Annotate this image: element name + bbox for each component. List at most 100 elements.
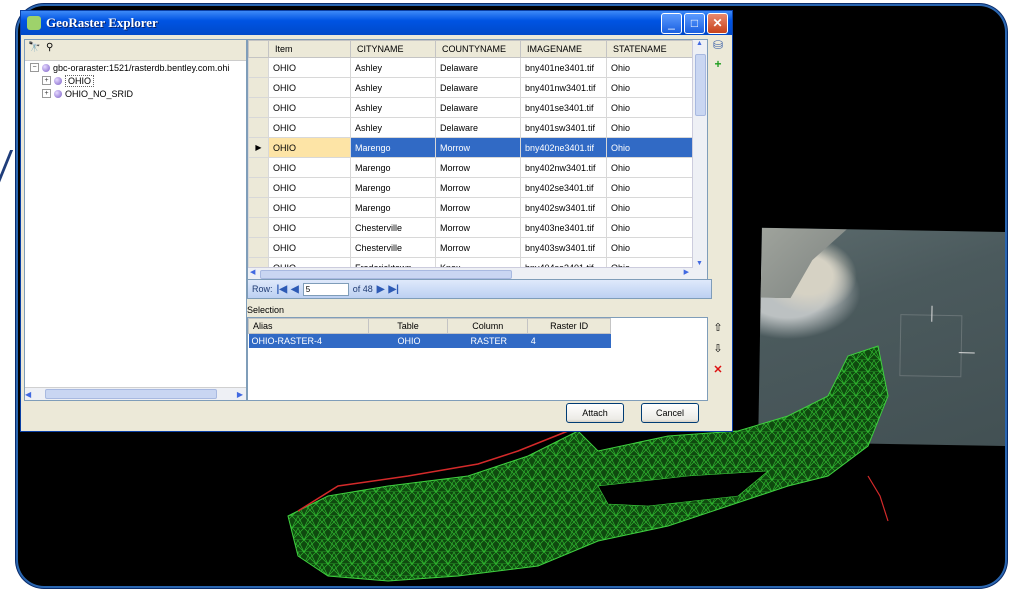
selection-list[interactable]: Alias Table Column Raster ID OHIO-RASTER… xyxy=(247,317,708,401)
table-cell[interactable]: Ashley xyxy=(350,97,436,118)
scroll-thumb[interactable] xyxy=(695,54,706,116)
table-cell[interactable]: bny402ne3401.tif xyxy=(520,137,607,158)
table-cell[interactable]: Delaware xyxy=(435,57,521,78)
table-cell[interactable]: Ohio xyxy=(606,117,694,138)
table-cell[interactable]: OHIO xyxy=(268,57,351,78)
column-header[interactable]: IMAGENAME xyxy=(520,40,607,58)
connection-tree[interactable]: 🔭 ⚲ − gbc-oraraster:1521/rasterdb.bentle… xyxy=(24,39,247,401)
row-header[interactable] xyxy=(248,157,269,178)
next-record-button[interactable]: ▶ xyxy=(377,284,385,295)
table-row[interactable]: OHIO Chesterville Morrow bny403sw3401.tif Oh… xyxy=(248,237,694,258)
table-cell[interactable]: OHIO xyxy=(268,177,351,198)
table-row[interactable]: OHIO Chesterville Morrow bny403ne3401.tif Oh… xyxy=(248,217,694,238)
table-row[interactable]: ▶ OHIO Marengo Morrow bny402ne3401.tif Ohio xyxy=(248,137,694,158)
table-cell[interactable]: Ohio xyxy=(606,177,694,198)
row-header[interactable] xyxy=(248,197,269,218)
table-cell[interactable]: bny403ne3401.tif xyxy=(520,217,607,238)
title-bar[interactable]: GeoRaster Explorer _ □ ✕ xyxy=(21,11,732,35)
table-cell[interactable]: Delaware xyxy=(435,97,521,118)
column-header[interactable]: COUNTYNAME xyxy=(435,40,521,58)
first-record-button[interactable]: |◀ xyxy=(277,284,288,295)
table-cell[interactable]: Morrow xyxy=(435,237,521,258)
minimize-button[interactable]: _ xyxy=(661,12,682,34)
scroll-thumb[interactable] xyxy=(260,270,512,279)
table-cell[interactable]: Morrow xyxy=(435,137,521,158)
binoculars-icon[interactable]: 🔭 xyxy=(28,42,42,54)
remove-icon[interactable]: ✕ xyxy=(713,363,722,376)
table-cell[interactable]: OHIO xyxy=(268,77,351,98)
move-down-icon[interactable]: ⇩ xyxy=(713,342,722,355)
column-header[interactable]: Column xyxy=(447,318,529,334)
table-cell[interactable]: Delaware xyxy=(435,117,521,138)
search-icon[interactable]: ⚲ xyxy=(46,42,60,54)
table-cell[interactable]: Marengo xyxy=(350,137,436,158)
table-cell[interactable]: bny403sw3401.tif xyxy=(520,237,607,258)
last-record-button[interactable]: ▶| xyxy=(388,284,399,295)
current-row-indicator[interactable]: ▶ xyxy=(248,137,269,158)
table-cell[interactable]: Morrow xyxy=(435,177,521,198)
georaster-explorer-window[interactable]: GeoRaster Explorer _ □ ✕ 🔭 ⚲ − gbc-orara… xyxy=(20,10,733,432)
table-row[interactable]: OHIO Ashley Delaware bny401ne3401.tif Ohio xyxy=(248,57,694,78)
table-row[interactable]: OHIO Marengo Morrow bny402nw3401.tif Ohio xyxy=(248,157,694,178)
expand-icon[interactable]: + xyxy=(42,76,51,85)
table-cell[interactable]: bny402se3401.tif xyxy=(520,177,607,198)
table-row[interactable]: OHIO Ashley Delaware bny401nw3401.tif Ohio xyxy=(248,77,694,98)
table-cell[interactable]: Marengo xyxy=(350,197,436,218)
row-header[interactable] xyxy=(248,77,269,98)
scroll-right-icon[interactable]: ▶ xyxy=(237,390,243,399)
table-row[interactable]: OHIO Ashley Delaware bny401sw3401.tif Ohio xyxy=(248,117,694,138)
scroll-left-icon[interactable]: ◀ xyxy=(25,390,31,399)
table-cell[interactable]: Ohio xyxy=(606,137,694,158)
column-header[interactable]: Alias xyxy=(248,318,369,334)
table-cell[interactable]: Ohio xyxy=(606,57,694,78)
table-cell[interactable]: bny401nw3401.tif xyxy=(520,77,607,98)
maximize-button[interactable]: □ xyxy=(684,12,705,34)
table-cell[interactable]: Ohio xyxy=(606,97,694,118)
table-cell[interactable]: Ashley xyxy=(350,57,436,78)
table-cell[interactable]: OHIO xyxy=(268,237,351,258)
table-row[interactable]: OHIO Marengo Morrow bny402sw3401.tif Ohio xyxy=(248,197,694,218)
attach-button[interactable]: Attach xyxy=(566,403,624,423)
table-cell[interactable]: bny402sw3401.tif xyxy=(520,197,607,218)
move-up-icon[interactable]: ⇧ xyxy=(713,321,722,334)
column-header[interactable]: Item xyxy=(268,40,351,58)
selection-row[interactable]: OHIO-RASTER-4 OHIO RASTER 4 xyxy=(248,333,611,348)
table-cell[interactable]: Chesterville xyxy=(350,217,436,238)
table-cell[interactable]: Morrow xyxy=(435,217,521,238)
row-header[interactable] xyxy=(248,177,269,198)
table-cell[interactable]: Marengo xyxy=(350,157,436,178)
row-header[interactable] xyxy=(248,217,269,238)
table-cell[interactable]: bny402nw3401.tif xyxy=(520,157,607,178)
table-cell[interactable]: bny401ne3401.tif xyxy=(520,57,607,78)
table-cell[interactable]: Ohio xyxy=(606,77,694,98)
tree-horizontal-scrollbar[interactable]: ◀ ▶ xyxy=(25,387,246,400)
collapse-icon[interactable]: − xyxy=(30,63,39,72)
table-cell[interactable]: Ohio xyxy=(606,217,694,238)
tree-node-ohio[interactable]: + OHIO xyxy=(25,74,246,87)
table-cell[interactable]: bny401se3401.tif xyxy=(520,97,607,118)
table-cell[interactable]: OHIO xyxy=(268,157,351,178)
table-cell[interactable]: OHIO xyxy=(268,97,351,118)
scroll-right-icon[interactable]: ▶ xyxy=(684,268,689,276)
table-cell[interactable]: OHIO xyxy=(268,197,351,218)
cancel-button[interactable]: Cancel xyxy=(641,403,699,423)
table-cell[interactable]: Ohio xyxy=(606,157,694,178)
tree-node-connection[interactable]: − gbc-oraraster:1521/rasterdb.bentley.co… xyxy=(25,61,246,74)
scroll-thumb[interactable] xyxy=(45,389,218,399)
table-cell[interactable]: Ohio xyxy=(606,237,694,258)
current-row-input[interactable] xyxy=(302,282,349,296)
column-header[interactable]: Table xyxy=(367,318,449,334)
table-cell[interactable]: Ohio xyxy=(606,197,694,218)
row-header[interactable] xyxy=(248,237,269,258)
table-cell[interactable]: OHIO xyxy=(268,217,351,238)
tree-node-ohio-no-srid[interactable]: + OHIO_NO_SRID xyxy=(25,87,246,100)
previous-record-button[interactable]: ◀ xyxy=(291,284,299,295)
scroll-up-icon[interactable]: ▲ xyxy=(696,40,703,47)
row-header[interactable] xyxy=(248,117,269,138)
grid-vertical-scrollbar[interactable]: ▲ ▼ xyxy=(692,40,707,280)
table-cell[interactable]: Ashley xyxy=(350,117,436,138)
scroll-left-icon[interactable]: ◀ xyxy=(250,268,255,276)
row-header[interactable] xyxy=(248,57,269,78)
table-cell[interactable]: Delaware xyxy=(435,77,521,98)
table-cell[interactable]: Morrow xyxy=(435,197,521,218)
